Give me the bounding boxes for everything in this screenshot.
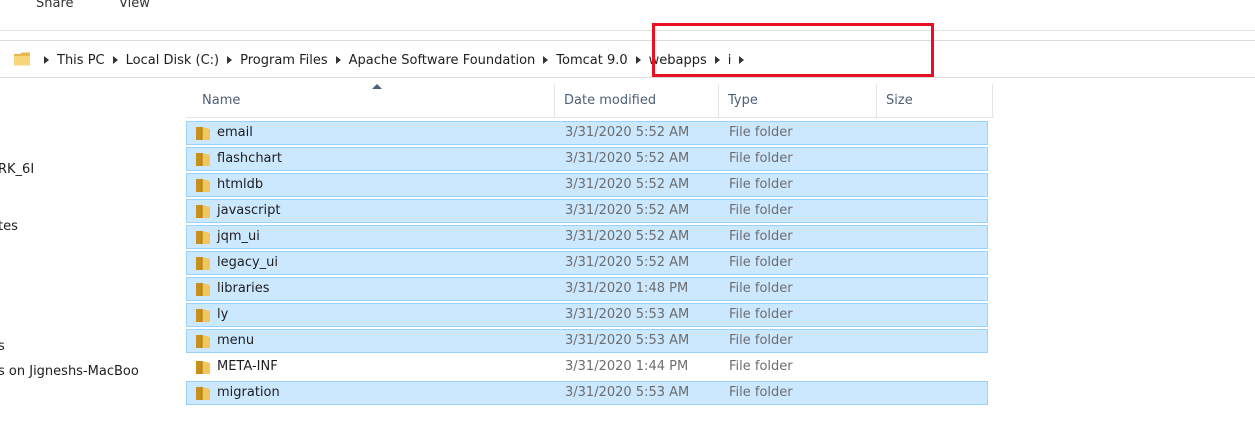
file-name: email bbox=[217, 125, 253, 140]
folder-icon bbox=[196, 387, 210, 400]
file-date: 3/31/2020 5:52 AM bbox=[565, 229, 690, 244]
file-date: 3/31/2020 5:52 AM bbox=[565, 255, 690, 270]
chevron-right-icon[interactable] bbox=[335, 56, 341, 64]
column-divider[interactable] bbox=[992, 84, 993, 118]
table-row[interactable]: jqm_ui 3/31/2020 5:52 AM File folder bbox=[186, 225, 988, 249]
navigation-pane: RK_6I tes s s on Jigneshs-MacBoo bbox=[0, 80, 178, 428]
breadcrumb-program-files[interactable]: Program Files bbox=[240, 53, 328, 68]
file-type: File folder bbox=[729, 125, 793, 140]
file-date: 3/31/2020 5:53 AM bbox=[565, 385, 690, 400]
folder-icon bbox=[196, 205, 210, 218]
file-date: 3/31/2020 5:53 AM bbox=[565, 333, 690, 348]
file-name: flashchart bbox=[217, 151, 282, 166]
column-type[interactable]: Type bbox=[720, 84, 758, 118]
column-name[interactable]: Name bbox=[194, 84, 240, 118]
file-type: File folder bbox=[729, 177, 793, 192]
file-type: File folder bbox=[729, 333, 793, 348]
nav-item-network-share[interactable]: s on Jigneshs-MacBoo bbox=[0, 364, 139, 379]
address-bar[interactable]: This PC Local Disk (C:) Program Files Ap… bbox=[0, 40, 1255, 78]
file-type: File folder bbox=[729, 255, 793, 270]
chevron-right-icon[interactable] bbox=[739, 56, 745, 64]
column-size[interactable]: Size bbox=[878, 84, 913, 118]
file-type: File folder bbox=[729, 229, 793, 244]
table-row[interactable]: flashchart 3/31/2020 5:52 AM File folder bbox=[186, 147, 988, 171]
tab-share[interactable]: Share bbox=[36, 0, 74, 11]
file-name: ly bbox=[217, 307, 229, 322]
file-date: 3/31/2020 5:52 AM bbox=[565, 203, 690, 218]
chevron-right-icon[interactable] bbox=[227, 56, 233, 64]
breadcrumb-local-disk[interactable]: Local Disk (C:) bbox=[126, 53, 219, 68]
column-header-row: Name Date modified Type Size bbox=[186, 84, 994, 118]
chevron-right-icon[interactable] bbox=[543, 56, 549, 64]
chevron-right-icon[interactable] bbox=[112, 56, 118, 64]
folder-icon bbox=[196, 309, 210, 322]
file-date: 3/31/2020 5:52 AM bbox=[565, 151, 690, 166]
table-row[interactable]: libraries 3/31/2020 1:48 PM File folder bbox=[186, 277, 988, 301]
file-name: jqm_ui bbox=[217, 229, 260, 244]
sort-ascending-icon bbox=[372, 84, 382, 89]
folder-icon bbox=[14, 52, 30, 66]
file-type: File folder bbox=[729, 307, 793, 322]
column-divider[interactable] bbox=[554, 84, 555, 118]
chevron-right-icon[interactable] bbox=[635, 56, 641, 64]
folder-icon bbox=[196, 231, 210, 244]
table-row[interactable]: ly 3/31/2020 5:53 AM File folder bbox=[186, 303, 988, 327]
file-name: htmldb bbox=[217, 177, 264, 192]
column-divider[interactable] bbox=[876, 84, 877, 118]
table-row[interactable]: javascript 3/31/2020 5:52 AM File folder bbox=[186, 199, 988, 223]
table-row[interactable]: META-INF 3/31/2020 1:44 PM File folder bbox=[186, 355, 988, 379]
folder-icon bbox=[196, 127, 210, 140]
folder-icon bbox=[196, 283, 210, 296]
file-type: File folder bbox=[729, 151, 793, 166]
breadcrumb: This PC Local Disk (C:) Program Files Ap… bbox=[36, 50, 752, 70]
folder-icon bbox=[196, 361, 210, 374]
file-name: migration bbox=[217, 385, 280, 400]
file-name: menu bbox=[217, 333, 255, 348]
column-date-modified[interactable]: Date modified bbox=[556, 84, 656, 118]
file-date: 3/31/2020 5:52 AM bbox=[565, 125, 690, 140]
file-name: libraries bbox=[217, 281, 270, 296]
table-row[interactable]: legacy_ui 3/31/2020 5:52 AM File folder bbox=[186, 251, 988, 275]
file-date: 3/31/2020 1:44 PM bbox=[565, 359, 689, 374]
file-date: 3/31/2020 5:52 AM bbox=[565, 177, 690, 192]
ribbon-divider bbox=[0, 30, 1255, 31]
ribbon-tabs: Share View bbox=[0, 0, 1255, 30]
file-name: javascript bbox=[217, 203, 281, 218]
folder-icon bbox=[196, 153, 210, 166]
nav-item-rk[interactable]: RK_6I bbox=[0, 162, 34, 177]
folder-icon bbox=[196, 335, 210, 348]
file-date: 3/31/2020 1:48 PM bbox=[565, 281, 689, 296]
nav-item-tes[interactable]: tes bbox=[0, 219, 18, 234]
folder-icon bbox=[196, 179, 210, 192]
breadcrumb-this-pc[interactable]: This PC bbox=[57, 53, 105, 68]
chevron-right-icon[interactable] bbox=[44, 56, 49, 64]
chevron-right-icon[interactable] bbox=[714, 56, 720, 64]
breadcrumb-webapps[interactable]: webapps bbox=[649, 53, 707, 68]
file-type: File folder bbox=[729, 281, 793, 296]
tab-view[interactable]: View bbox=[119, 0, 150, 11]
file-type: File folder bbox=[729, 359, 793, 374]
table-row[interactable]: menu 3/31/2020 5:53 AM File folder bbox=[186, 329, 988, 353]
column-divider[interactable] bbox=[718, 84, 719, 118]
file-name: legacy_ui bbox=[217, 255, 279, 270]
file-name: META-INF bbox=[217, 359, 278, 374]
table-row[interactable]: htmldb 3/31/2020 5:52 AM File folder bbox=[186, 173, 988, 197]
breadcrumb-i[interactable]: i bbox=[728, 53, 732, 68]
file-date: 3/31/2020 5:53 AM bbox=[565, 307, 690, 322]
nav-item-s[interactable]: s bbox=[0, 339, 5, 354]
file-type: File folder bbox=[729, 385, 793, 400]
folder-icon bbox=[196, 257, 210, 270]
breadcrumb-apache[interactable]: Apache Software Foundation bbox=[349, 53, 536, 68]
breadcrumb-tomcat[interactable]: Tomcat 9.0 bbox=[556, 53, 627, 68]
table-row[interactable]: email 3/31/2020 5:52 AM File folder bbox=[186, 121, 988, 145]
table-row[interactable]: migration 3/31/2020 5:53 AM File folder bbox=[186, 381, 988, 405]
file-type: File folder bbox=[729, 203, 793, 218]
